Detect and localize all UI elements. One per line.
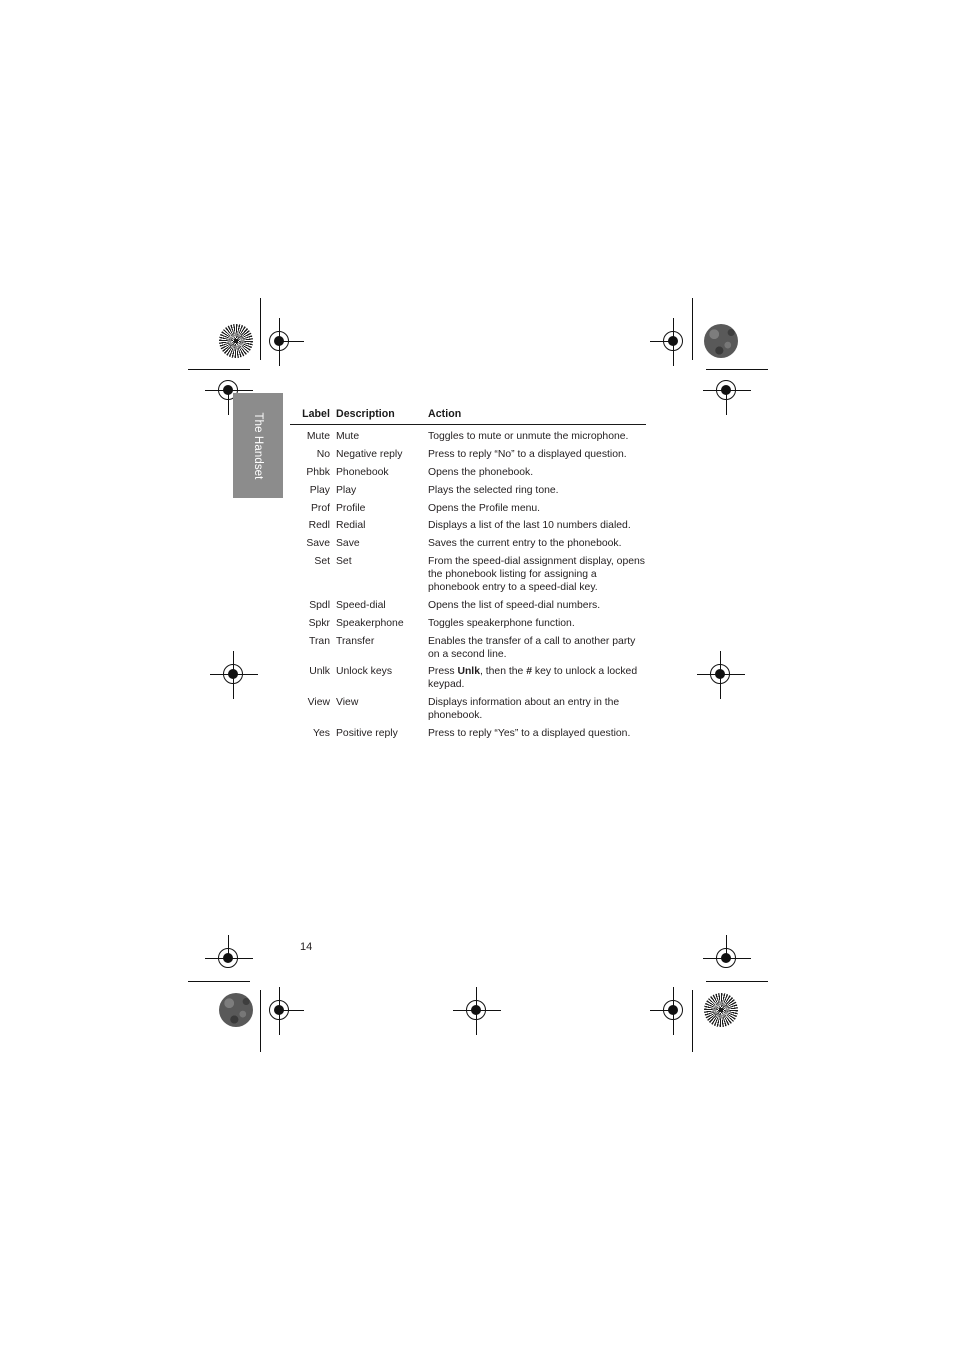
column-header-label: Label <box>302 408 330 420</box>
table-row: Set Set From the speed-dial assignment dis… <box>290 551 646 595</box>
crop-line-top-right-horizontal <box>706 369 768 371</box>
cell-description: Play <box>336 484 357 496</box>
cell-description: Phonebook <box>336 466 389 478</box>
chapter-side-tab-label: The Handset <box>252 412 264 479</box>
cell-action: Opens the Profile menu. <box>428 502 541 514</box>
cell-label: View <box>307 697 330 709</box>
registration-mark-left-middle <box>210 651 258 699</box>
registration-mark-lower-left-inner <box>205 935 253 983</box>
cell-action: From the speed-dial assignment display, … <box>428 556 645 594</box>
crop-line-top-left-vertical <box>260 298 262 360</box>
registration-mark-right-middle <box>697 651 745 699</box>
cell-action: Toggles to mute or unmute the microphone… <box>428 431 629 442</box>
cell-action: Displays a list of the last 10 numbers d… <box>428 520 631 532</box>
cell-description: Mute <box>336 431 360 442</box>
registration-mark-bottom-right <box>650 987 698 1035</box>
cell-label: Set <box>314 556 330 568</box>
cell-description: Negative reply <box>336 448 403 460</box>
table-row: Tran Transfer Enables the transfer of a ca… <box>290 631 646 662</box>
density-dot-target-top-right <box>704 324 738 358</box>
cell-action: Displays information about an entry in t… <box>428 697 620 722</box>
cell-label: Mute <box>306 431 330 442</box>
cell-description: Unlock keys <box>336 666 393 678</box>
table-row: Prof Profile Opens the Profile menu. <box>290 498 646 516</box>
cell-description: Transfer <box>336 635 375 647</box>
cell-description: Speakerphone <box>336 617 404 629</box>
density-dot-target-bottom-left <box>219 993 253 1027</box>
cell-label: Prof <box>310 502 330 514</box>
crop-line-top-right-vertical <box>692 298 694 360</box>
table-row: Spdl Speed-dial Opens the list of speed-di… <box>290 595 646 613</box>
cell-label: Unlk <box>309 666 330 678</box>
table-row: No Negative reply Press to reply “No” to a… <box>290 444 646 462</box>
cell-action: Opens the list of speed-dial numbers. <box>428 599 601 611</box>
cell-action: Toggles speakerphone function. <box>428 617 575 629</box>
cell-action: Press to reply “Yes” to a displayed ques… <box>428 728 631 740</box>
cell-description: Positive reply <box>336 728 398 740</box>
cell-label: Spkr <box>308 617 330 629</box>
cell-action: Press Unlk, then the # key to unlock a l… <box>428 666 638 691</box>
table-row: Redl Redial Displays a list of the last 10… <box>290 515 646 533</box>
table-row: Save Save Saves the current entry to the p… <box>290 533 646 551</box>
registration-mark-lower-right-inner <box>703 935 751 983</box>
table-row: Mute Mute Toggles to mute or unmute the mi… <box>290 425 646 444</box>
cell-description: Set <box>336 556 352 568</box>
document-page: The Handset Label Description Action Mut… <box>0 0 954 1350</box>
cell-label: Play <box>309 484 330 496</box>
crop-line-bottom-left-vertical <box>260 990 262 1052</box>
table-row: Phbk Phonebook Opens the phonebook. <box>290 462 646 480</box>
cell-description: View <box>336 697 359 709</box>
star-registration-target-top-left <box>219 324 253 358</box>
cell-label: Save <box>306 538 330 550</box>
cell-label: Redl <box>308 520 330 532</box>
star-registration-target-bottom-right <box>704 993 738 1027</box>
cell-label: Yes <box>313 728 330 740</box>
cell-label: Phbk <box>306 466 330 478</box>
registration-mark-top-right <box>650 318 698 366</box>
cell-description: Redial <box>336 520 366 532</box>
cell-action: Plays the selected ring tone. <box>428 484 559 496</box>
page-number: 14 <box>300 941 313 953</box>
cell-description: Save <box>336 538 360 550</box>
cell-label: Tran <box>309 635 330 647</box>
registration-mark-bottom-left <box>256 987 304 1035</box>
crop-line-bottom-right-vertical <box>692 990 694 1052</box>
cell-action: Saves the current entry to the phonebook… <box>428 538 622 550</box>
registration-mark-upper-right-inner <box>703 367 751 415</box>
table-body: Mute Mute Toggles to mute or unmute the mi… <box>290 425 646 741</box>
crop-line-bottom-right-horizontal <box>706 981 768 983</box>
cell-action: Opens the phonebook. <box>428 466 534 478</box>
table-row: Yes Positive reply Press to reply “Yes” to… <box>290 723 646 741</box>
table-row: View View Displays information about an en… <box>290 692 646 723</box>
cell-description: Speed-dial <box>336 599 386 611</box>
column-header-description: Description <box>336 408 395 420</box>
registration-mark-bottom-center <box>453 987 501 1035</box>
softkey-reference-table-container: Label Description Action Mute Mute Toggles… <box>290 408 646 741</box>
table-row: Play Play Plays the selected ring tone. <box>290 480 646 498</box>
registration-mark-top-left <box>256 318 304 366</box>
crop-line-bottom-left-horizontal <box>188 981 250 983</box>
cell-label: Spdl <box>309 599 330 611</box>
table-header: Label Description Action <box>290 408 646 425</box>
cell-action: Enables the transfer of a call to anothe… <box>428 635 636 660</box>
crop-line-top-left-horizontal <box>188 369 250 371</box>
cell-label: No <box>316 448 330 460</box>
cell-description: Profile <box>336 502 366 514</box>
table-row: Unlk Unlock keys Press Unlk, then the # ke… <box>290 661 646 692</box>
column-header-action: Action <box>428 408 462 420</box>
softkey-reference-table: Label Description Action Mute Mute Toggles… <box>290 408 646 741</box>
chapter-side-tab: The Handset <box>233 393 283 498</box>
table-row: Spkr Speakerphone Toggles speakerphone fun… <box>290 613 646 631</box>
cell-action: Press to reply “No” to a displayed quest… <box>428 448 627 460</box>
table-header-row: Label Description Action <box>290 408 646 425</box>
